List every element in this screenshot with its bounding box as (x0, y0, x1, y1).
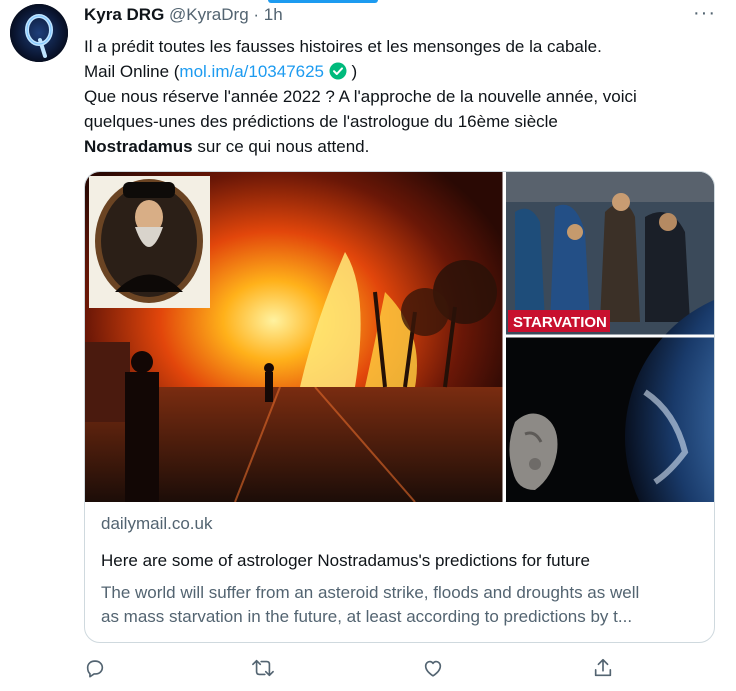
avatar[interactable] (10, 4, 68, 62)
tweet-header: Kyra DRG @KyraDrg · 1h (84, 4, 283, 26)
starvation-label: STARVATION (513, 314, 607, 331)
card-domain[interactable]: dailymail.co.uk (101, 514, 213, 534)
tweet-actions (84, 657, 644, 683)
retweet-icon[interactable] (251, 657, 277, 683)
tweet-link[interactable]: mol.im/a/10347625 (179, 62, 324, 81)
more-options-icon[interactable]: ··· (693, 2, 716, 25)
tweet-time[interactable]: 1h (264, 5, 283, 24)
card-description: The world will suffer from an asteroid s… (101, 581, 705, 629)
card-description-line-2: as mass starvation in the future, at lea… (101, 607, 633, 626)
author-name[interactable]: Kyra DRG (84, 5, 164, 24)
card-image[interactable]: STARVATION (85, 172, 714, 575)
card-title[interactable]: Here are some of astrologer Nostradamus'… (101, 551, 590, 571)
verified-check-icon (329, 62, 352, 81)
tweet-line-1: Il a prédit toutes les fausses histoires… (84, 37, 602, 56)
tweet-line-2-suffix: ) (351, 62, 358, 81)
tweet-text: Il a prédit toutes les fausses histoires… (84, 34, 724, 159)
tweet-line-3: Que nous réserve l'année 2022 ? A l'appr… (84, 87, 637, 106)
header-separator: · (253, 5, 260, 24)
tweet-line-5: Nostradamus sur ce qui nous attend. (84, 134, 724, 159)
tweet[interactable]: Kyra DRG @KyraDrg · 1h ··· Il a prédit t… (0, 0, 736, 691)
heart-icon[interactable] (422, 657, 448, 683)
tweet-line-4: quelques-unes des prédictions de l'astro… (84, 112, 558, 131)
tweet-line-2: Mail Online (mol.im/a/10347625 ) (84, 59, 724, 84)
author-handle[interactable]: @KyraDrg (169, 5, 249, 24)
top-accent-bar (268, 0, 378, 3)
tweet-line-5-rest: sur ce qui nous attend. (192, 137, 370, 156)
reply-icon[interactable] (84, 657, 110, 683)
nostradamus-bold: Nostradamus (84, 137, 193, 156)
share-icon[interactable] (592, 657, 618, 683)
tweet-line-2-prefix: Mail Online ( (84, 62, 180, 81)
link-card[interactable]: STARVATION dailymail.co.uk Here are some… (84, 171, 715, 643)
card-description-line-1: The world will suffer from an asteroid s… (101, 583, 640, 602)
